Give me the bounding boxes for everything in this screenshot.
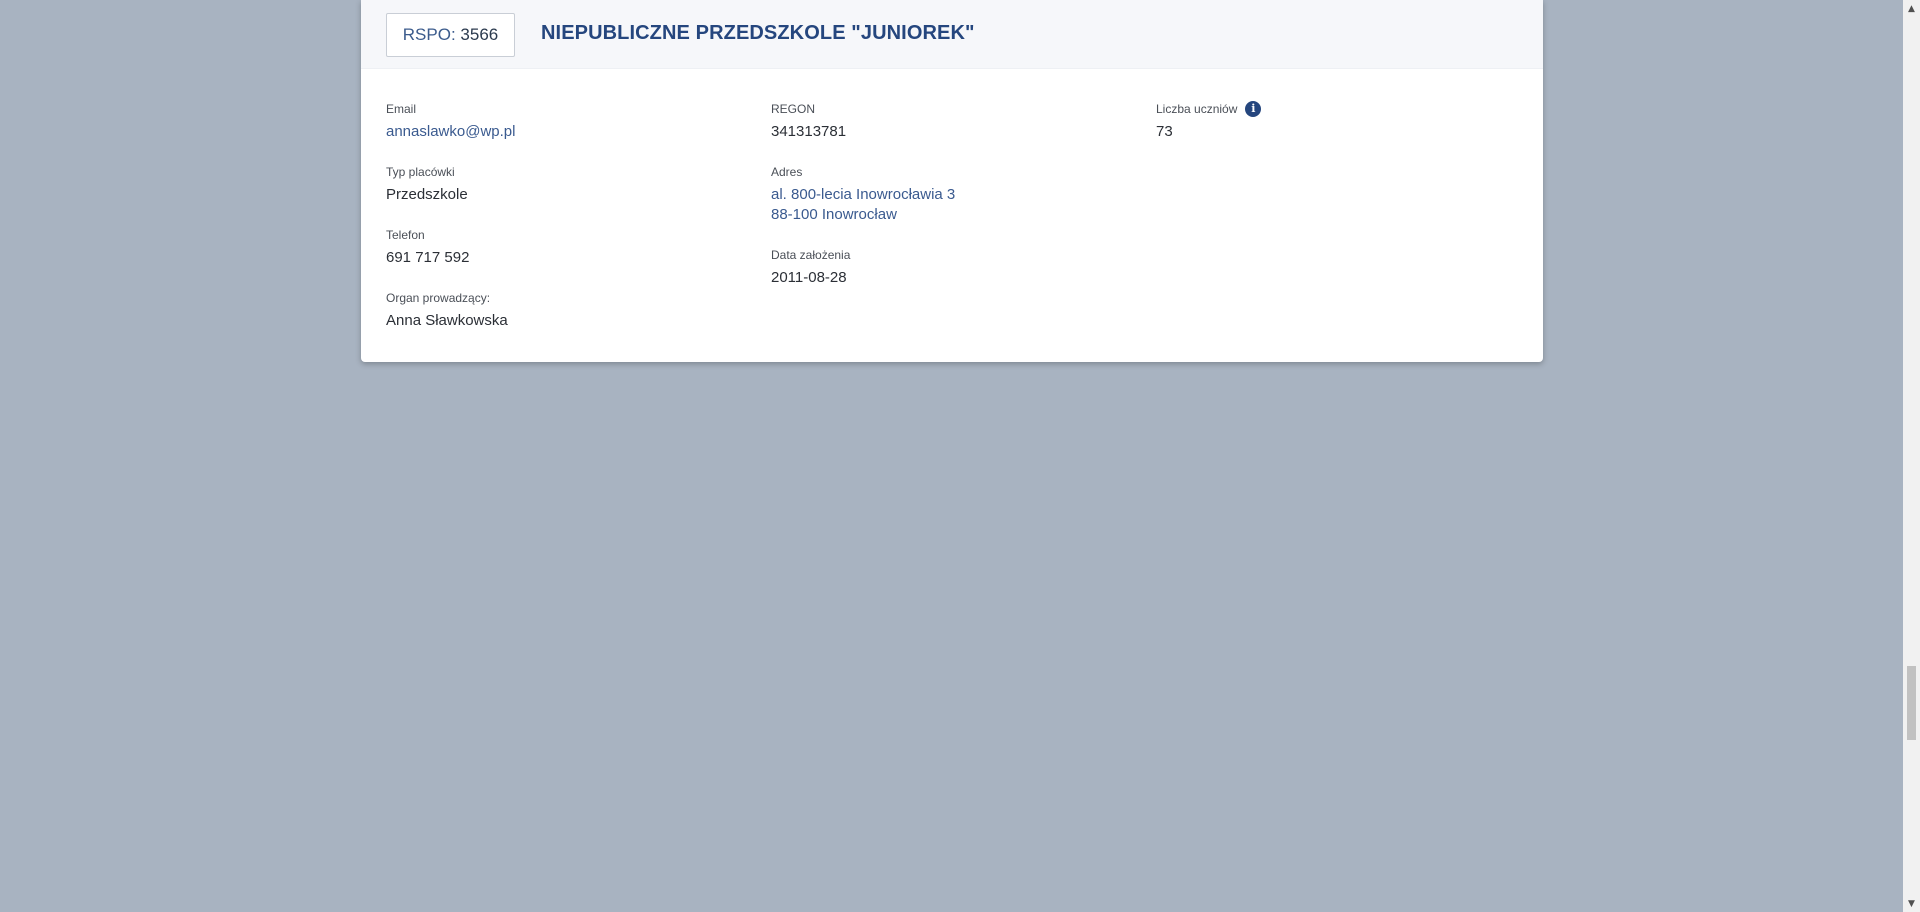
field-phone: Telefon 691 717 592 (386, 228, 469, 268)
school-name: NIEPUBLICZNE PRZEDSZKOLE "JUNIOREK" (541, 22, 975, 44)
phone-value: 691 717 592 (386, 249, 470, 266)
type-label: Typ placówki (386, 165, 455, 179)
address-line-1: al. 800-lecia Inowrocławia 3 (771, 186, 956, 203)
field-regon: REGON 341313781 (771, 102, 846, 142)
scrollbar-thumb[interactable] (1907, 666, 1916, 740)
vertical-scrollbar[interactable]: ▲ ▼ (1903, 0, 1920, 912)
field-email: Email annaslawko@wp.pl (386, 102, 515, 142)
info-icon[interactable]: i (1245, 101, 1262, 117)
founded-label: Data założenia (771, 248, 851, 262)
field-founded: Data założenia 2011-08-28 (771, 248, 850, 288)
address-label: Adres (771, 165, 803, 179)
page-viewport: RSPO: 3566 NIEPUBLICZNE PRZEDSZKOLE "JUN… (0, 0, 1920, 912)
chevron-up-icon[interactable]: ▲ (1903, 0, 1920, 17)
school-card-header: RSPO: 3566 NIEPUBLICZNE PRZEDSZKOLE "JUN… (361, 0, 1543, 69)
email-label: Email (386, 102, 417, 116)
rspo-badge: RSPO: 3566 (386, 13, 515, 57)
address-line-2: 88-100 Inowrocław (771, 206, 897, 223)
type-value: Przedszkole (386, 186, 468, 203)
school-card: RSPO: 3566 NIEPUBLICZNE PRZEDSZKOLE "JUN… (361, 0, 1543, 362)
organ-label: Organ prowadzący: (386, 291, 491, 305)
students-label-text: Liczba uczniów (1156, 102, 1238, 116)
organ-value: Anna Sławkowska (386, 312, 508, 329)
field-students: Liczba uczniów i 73 (1156, 101, 1262, 142)
address-link[interactable]: al. 800-lecia Inowrocławia 3 88-100 Inow… (771, 185, 955, 225)
rspo-number: 3566 (460, 25, 499, 44)
regon-label: REGON (771, 102, 816, 116)
rspo-prefix: RSPO: (402, 25, 456, 44)
students-value: 73 (1156, 123, 1173, 140)
email-link[interactable]: annaslawko@wp.pl (386, 122, 515, 142)
field-address: Adres al. 800-lecia Inowrocławia 3 88-10… (771, 165, 955, 225)
field-organ: Organ prowadzący: Anna Sławkowska (386, 291, 508, 331)
phone-label: Telefon (386, 228, 425, 242)
chevron-down-icon[interactable]: ▼ (1903, 895, 1920, 912)
field-type: Typ placówki Przedszkole (386, 165, 468, 205)
regon-value: 341313781 (771, 123, 847, 140)
students-label: Liczba uczniów i (1156, 101, 1262, 117)
founded-value: 2011-08-28 (771, 269, 847, 286)
